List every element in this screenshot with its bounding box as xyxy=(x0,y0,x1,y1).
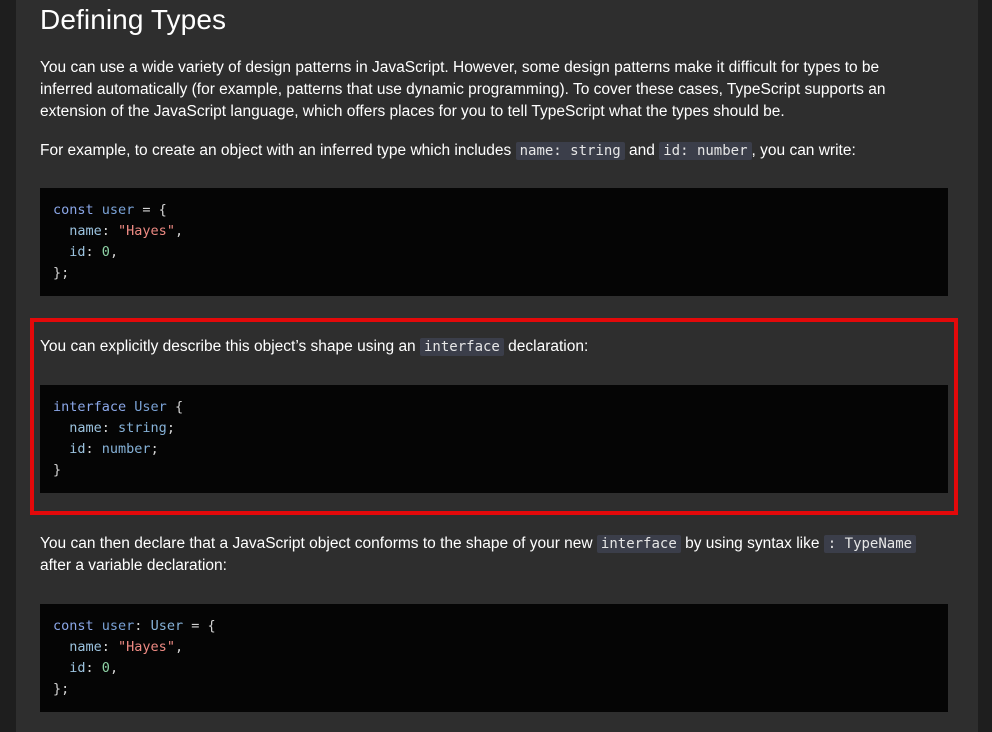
code-block-annotated[interactable]: const user: User = { name: "Hayes", id: … xyxy=(40,604,948,712)
code-line: }; xyxy=(53,681,70,697)
declare-paragraph: You can then declare that a JavaScript o… xyxy=(40,533,920,577)
code-block-interface[interactable]: interface User { name: string; id: numbe… xyxy=(40,385,948,493)
code-line: id: number; xyxy=(69,441,159,457)
code-line: const user = { xyxy=(53,202,167,218)
code-line: } xyxy=(53,462,62,478)
inline-code-name-string: name: string xyxy=(515,142,625,160)
code-block-inferred[interactable]: const user = { name: "Hayes", id: 0, }; xyxy=(40,188,948,296)
example-text-3: , you can write: xyxy=(751,142,856,159)
inline-code-interface-2: interface xyxy=(596,535,681,553)
code-line: id: 0, xyxy=(69,660,119,676)
inline-code-id-number: id: number xyxy=(659,142,752,160)
inline-code-interface: interface xyxy=(420,338,504,356)
code-line: }; xyxy=(53,265,70,281)
code-line: name: "Hayes", xyxy=(69,223,184,239)
intro-paragraph: You can use a wide variety of design pat… xyxy=(40,59,886,120)
example-text-1: For example, to create an object with an… xyxy=(40,142,516,159)
declare-text-3: after a variable declaration: xyxy=(40,557,227,574)
code-line: name: string; xyxy=(69,420,175,436)
code-line: const user: User = { xyxy=(53,618,216,634)
code-line: name: "Hayes", xyxy=(69,639,184,655)
example-text-2: and xyxy=(624,142,660,159)
example-paragraph: For example, to create an object with an… xyxy=(40,140,920,162)
inline-code-typename: : TypeName xyxy=(823,535,917,553)
section-heading: Defining Types xyxy=(40,4,227,35)
interface-text-1: You can explicitly describe this object’… xyxy=(40,338,420,355)
code-line: interface User { xyxy=(53,399,184,415)
interface-text-2: declaration: xyxy=(503,338,589,355)
declare-text-1: You can then declare that a JavaScript o… xyxy=(40,535,597,552)
interface-paragraph: You can explicitly describe this object’… xyxy=(40,336,920,358)
code-line: id: 0, xyxy=(69,244,119,260)
scrollbar[interactable] xyxy=(978,0,992,732)
declare-text-2: by using syntax like xyxy=(680,535,824,552)
